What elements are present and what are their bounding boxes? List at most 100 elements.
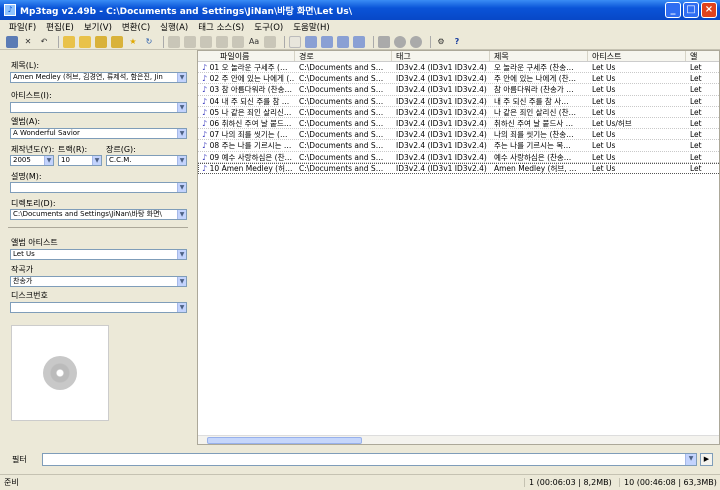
table-row[interactable]: ♪ 05 나 같은 죄인 살리신… C:\Documents and S… ID3v… [198,107,719,118]
menu-file[interactable]: 파일(F) [4,21,41,33]
tag-tag-icon[interactable] [232,35,244,48]
playlist-icon[interactable] [394,35,406,48]
save-icon[interactable] [6,35,18,48]
cell-tag: ID3v2.4 (ID3v1 ID3v2.4) [396,85,487,95]
filter-go-button[interactable]: ▶ [700,452,713,466]
chevron-down-icon[interactable]: ▼ [177,277,186,286]
column-album[interactable]: 앨 [686,51,719,61]
menu-help[interactable]: 도움말(H) [288,21,334,33]
chevron-down-icon[interactable]: ▼ [177,73,186,82]
artist-field[interactable]: ▼ [10,102,187,113]
edit-tag-icon[interactable] [289,35,301,48]
menu-tools[interactable]: 도구(O) [249,21,288,33]
table-row[interactable]: ♪ 10 Amen Medley (허… C:\Documents and S… I… [198,162,719,174]
track-field[interactable]: 10 ▼ [58,155,102,166]
album-cover[interactable] [11,325,109,421]
year-field[interactable]: 2005 ▼ [10,155,54,166]
chevron-down-icon[interactable]: ▼ [177,156,186,165]
title-field[interactable]: Amen Medley (허브, 김경연, 류제석, 함은진, Jin ▼ [10,72,187,83]
chevron-down-icon[interactable]: ▼ [177,103,186,112]
refresh-icon[interactable]: ↻ [143,36,155,48]
filename-tag-icon[interactable] [184,35,196,48]
musicbrainz-icon[interactable] [353,35,365,48]
genre-field[interactable]: C.C.M. ▼ [106,155,187,166]
discogs-icon[interactable] [337,35,349,48]
table-row[interactable]: ♪ 07 나의 죄를 씻기는 (… C:\Documents and S… ID3v… [198,129,719,141]
filename-filename-icon[interactable] [200,35,212,48]
help-icon[interactable]: ? [451,36,463,48]
chevron-down-icon[interactable]: ▼ [177,303,186,312]
table-row[interactable]: ♪ 08 주는 나를 기르시는 … C:\Documents and S… ID3v… [198,140,719,152]
freedb-icon[interactable] [305,35,317,48]
horizontal-scrollbar[interactable] [198,435,719,444]
filter-bar: 필터 ▼ ▶ [0,450,720,468]
status-ready: 준비 [4,478,19,487]
disc-number-field[interactable]: ▼ [10,302,187,313]
play-icon[interactable] [410,35,422,48]
maximize-button[interactable]: □ [683,2,699,18]
options-icon[interactable]: ⚙ [435,36,447,48]
text-file-tag-icon[interactable] [216,35,228,48]
filename-text: 01 오 놀라운 구세주 (… [209,63,288,72]
filename-text: 04 내 주 되신 주를 참 … [209,96,290,106]
add-directory-icon[interactable] [79,35,91,48]
filter-input[interactable]: ▼ [42,452,697,466]
amazon-icon[interactable] [321,35,333,48]
tag-filename-icon[interactable] [168,35,180,48]
chevron-down-icon[interactable]: ▼ [685,453,696,465]
composer-field[interactable]: 찬송가 ▼ [10,276,187,287]
music-note-icon: ♪ [202,85,210,95]
disc-number-label: 디스크번호 [11,291,48,300]
album-artist-field[interactable]: Let Us ▼ [10,249,187,260]
chevron-down-icon[interactable]: ▼ [177,210,186,219]
column-artist[interactable]: 아티스트 [588,51,686,61]
table-row[interactable]: ♪ 04 내 주 되신 주를 참 … C:\Documents and S… ID3… [198,96,719,107]
chevron-down-icon[interactable]: ▼ [92,156,101,165]
change-directory-icon[interactable] [63,35,75,48]
chevron-down-icon[interactable]: ▼ [177,129,186,138]
chevron-down-icon[interactable]: ▼ [177,250,186,259]
case-conversion-icon[interactable]: Aa [248,36,260,48]
actions-icon[interactable] [264,35,276,48]
track-label: 트랙(R): [58,145,88,154]
cell-artist: Let Us [592,85,616,95]
column-filename[interactable]: 파일이름 [198,51,295,61]
table-row[interactable]: ♪ 09 예수 사랑하심은 (찬… C:\Documents and S… ID3v… [198,152,719,163]
open-folder-icon[interactable] [95,35,107,48]
close-button[interactable]: × [701,2,717,18]
folder-favorites-icon[interactable] [111,35,123,48]
album-field[interactable]: A Wonderful Savior ▼ [10,128,187,139]
comment-field[interactable]: ▼ [10,182,187,193]
cell-album: Let [690,141,702,151]
title-label: 제목(L): [11,61,40,70]
artist-label: 아티스트(I): [11,91,52,100]
undo-icon[interactable]: ↶ [38,36,50,48]
scrollbar-thumb[interactable] [207,437,362,444]
directory-label: 디렉토리(D): [11,199,56,208]
minimize-button[interactable]: _ [665,2,681,18]
star-icon[interactable]: ★ [127,36,139,48]
cell-tag: ID3v2.4 (ID3v1 ID3v2.4) [396,130,487,140]
table-row[interactable]: ♪ 06 취하신 주여 날 붙드… C:\Documents and S… ID3v… [198,118,719,130]
column-tag[interactable]: 태그 [392,51,490,61]
column-title[interactable]: 제목 [490,51,588,61]
table-row[interactable]: ♪ 03 참 아름다워라 (찬송… C:\Documents and S… ID3v… [198,84,719,96]
menu-tag-sources[interactable]: 태그 소스(S) [193,21,249,33]
export-icon[interactable] [378,35,390,48]
menu-actions[interactable]: 실행(A) [155,21,193,33]
cell-artist: Let Us [592,152,616,162]
column-path[interactable]: 경로 [295,51,392,61]
table-row[interactable]: ♪ 02 주 안에 있는 나에게 (… C:\Documents and S… ID… [198,73,719,85]
table-row[interactable]: ♪ 01 오 놀라운 구세주 (… C:\Documents and S… ID3v… [198,62,719,74]
directory-field[interactable]: C:\Documents and Settings\JiNan\바탕 화면\ ▼ [10,209,187,220]
chevron-down-icon[interactable]: ▼ [177,183,186,192]
menu-convert[interactable]: 변환(C) [117,21,155,33]
cell-album: Let [690,152,702,162]
cell-album: Let [690,118,702,128]
delete-icon[interactable]: ✕ [22,36,34,48]
window-title: Mp3tag v2.49b - C:\Documents and Setting… [20,6,353,17]
chevron-down-icon[interactable]: ▼ [44,156,53,165]
menu-edit[interactable]: 편집(E) [41,21,79,33]
cell-path: C:\Documents and S… [299,118,384,128]
menu-view[interactable]: 보기(V) [79,21,117,33]
